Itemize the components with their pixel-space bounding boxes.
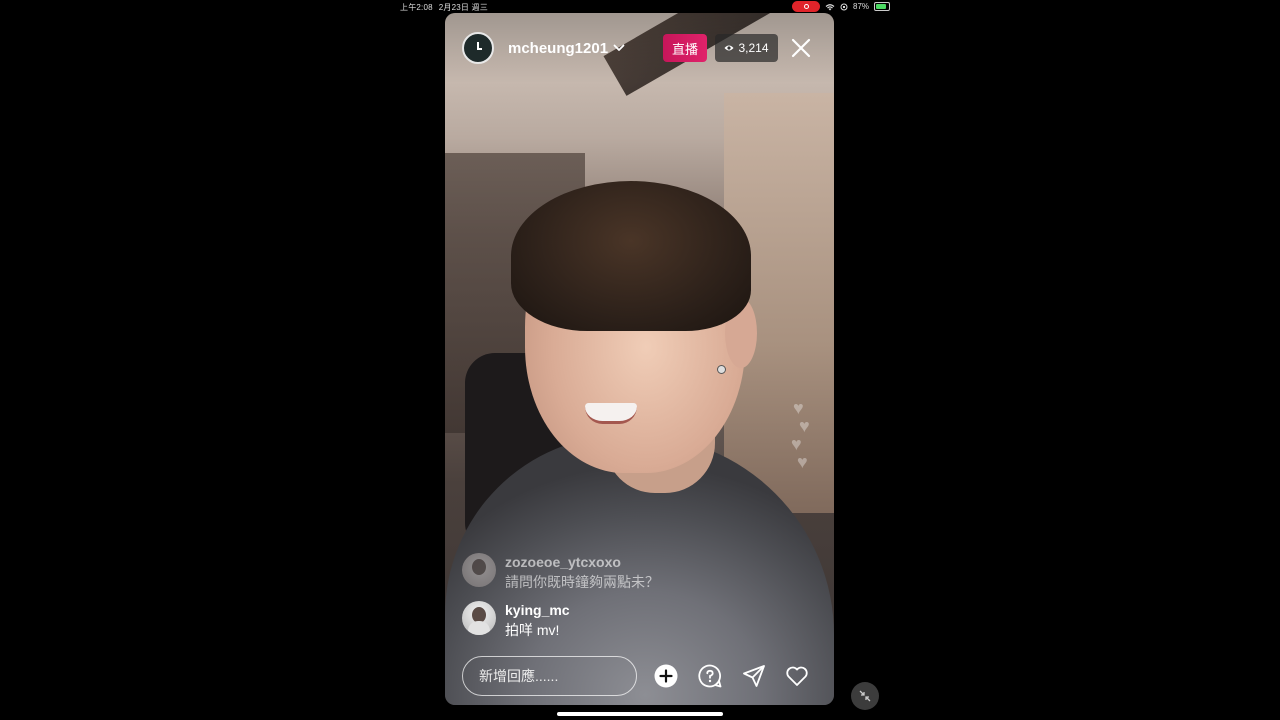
commenter-avatar[interactable]	[462, 601, 496, 635]
plus-circle-icon[interactable]	[654, 664, 678, 688]
comment-input[interactable]	[462, 656, 637, 696]
live-badge: 直播	[663, 34, 707, 62]
home-indicator[interactable]	[557, 712, 723, 716]
comment-message: 請問你既時鐘夠兩點未？	[505, 574, 659, 590]
question-bubble-icon[interactable]	[698, 664, 722, 688]
screen-recording-indicator[interactable]	[792, 1, 820, 12]
status-time: 上午2:08	[400, 3, 433, 12]
live-badge-label: 直播	[671, 41, 698, 57]
floating-hearts: ♥ ♥ ♥ ♥	[789, 398, 829, 478]
status-date: 2月23日 週三	[438, 3, 488, 12]
streamer-earring	[717, 365, 726, 374]
comment-item: kying_mc 拍咩 mv!	[462, 601, 570, 640]
wifi-icon	[825, 3, 835, 10]
status-bar-left: 上午2:08 2月23日 週三	[400, 2, 488, 13]
streamer-hair	[511, 181, 751, 331]
comment-item: zozoeoe_ytcxoxo 請問你既時鐘夠兩點未？	[462, 553, 659, 592]
battery-icon	[874, 2, 891, 11]
minimize-button[interactable]	[851, 682, 879, 710]
streamer-smile	[585, 403, 637, 424]
orientation-lock-icon	[840, 3, 848, 10]
minimize-icon	[859, 690, 871, 702]
viewer-count-badge[interactable]: 3,214	[715, 34, 778, 62]
comment-username[interactable]: zozoeoe_ytcxoxo	[505, 554, 659, 570]
eye-icon	[724, 45, 734, 51]
live-video-panel[interactable]: ♥ ♥ ♥ ♥ mcheung1201 直播 3,214 zozoeoe_ytc…	[445, 13, 834, 705]
chevron-down-icon[interactable]	[613, 42, 625, 54]
comment-message: 拍咩 mv!	[505, 622, 560, 638]
commenter-avatar[interactable]	[462, 553, 496, 587]
clock-avatar-icon[interactable]	[462, 32, 494, 64]
heart-icon[interactable]	[785, 664, 809, 688]
comment-username[interactable]: kying_mc	[505, 602, 570, 618]
battery-percent: 87%	[853, 2, 870, 11]
close-icon[interactable]	[791, 38, 811, 58]
streamer-username[interactable]: mcheung1201	[508, 40, 608, 57]
heart-icon: ♥	[797, 452, 808, 472]
send-icon[interactable]	[742, 664, 766, 688]
status-bar-right: 87%	[792, 1, 891, 12]
viewer-count: 3,214	[738, 41, 769, 55]
